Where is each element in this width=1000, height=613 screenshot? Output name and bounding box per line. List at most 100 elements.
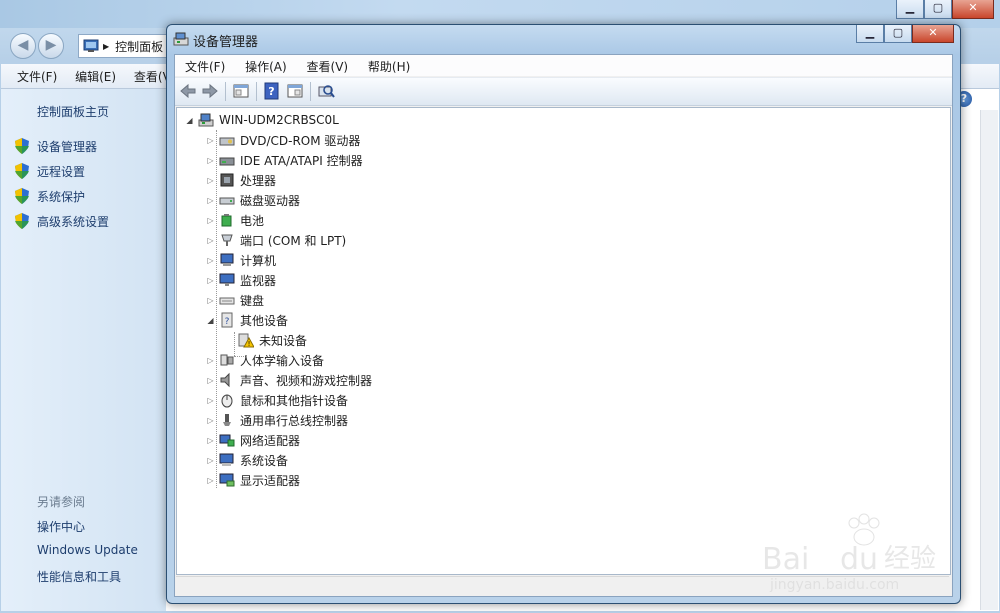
expand-arrow-icon[interactable]: ▷ <box>206 176 215 185</box>
tree-node-label: 监视器 <box>240 273 277 288</box>
tree-node[interactable]: ▷ 声音、视频和游戏控制器 <box>206 371 372 389</box>
forward-button[interactable]: ▶ <box>38 33 64 59</box>
tree-node[interactable]: ▷ 系统设备 <box>206 451 288 469</box>
expand-arrow-icon[interactable]: ▷ <box>206 456 215 465</box>
port-icon <box>221 234 233 246</box>
expand-arrow-icon[interactable]: ▷ <box>206 376 215 385</box>
scan-hardware-icon[interactable] <box>317 82 335 100</box>
expand-arrow-icon[interactable]: ▷ <box>206 436 215 445</box>
tree-node[interactable]: ▷ IDE ATA/ATAPI 控制器 <box>206 151 362 169</box>
expand-arrow-icon[interactable]: ▷ <box>206 416 215 425</box>
maximize-button[interactable]: ▢ <box>884 25 912 43</box>
tree-node[interactable]: ▷ 鼠标和其他指针设备 <box>206 391 348 409</box>
expand-arrow-icon[interactable]: ▷ <box>206 156 215 165</box>
minimize-button[interactable]: ▁ <box>856 25 884 43</box>
other-devices-icon: ? <box>221 312 233 328</box>
breadcrumb[interactable]: 控制面板 <box>115 38 163 55</box>
sidebar-item-advanced-settings[interactable]: 高级系统设置 <box>15 213 109 230</box>
control-panel-scrollbar[interactable] <box>980 110 998 610</box>
address-bar[interactable]: ▶ 控制面板 <box>78 34 174 58</box>
sidebar-item-system-protection[interactable]: 系统保护 <box>15 188 85 205</box>
device-manager-window-controls: ▁ ▢ ✕ <box>856 25 954 43</box>
tree-node-label: 键盘 <box>240 293 265 308</box>
properties-icon[interactable] <box>232 82 250 100</box>
tree-node-label: DVD/CD-ROM 驱动器 <box>240 133 361 148</box>
tree-root[interactable]: ◢ WIN-UDM2CRBSC0L <box>185 111 339 129</box>
control-panel-maximize-button[interactable]: ▢ <box>924 0 952 19</box>
menu-help[interactable]: 帮助(H) <box>368 55 410 75</box>
close-button[interactable]: ✕ <box>912 25 954 43</box>
menu-view[interactable]: 查看(V) <box>307 55 349 75</box>
expand-arrow-icon[interactable]: ▷ <box>206 256 215 265</box>
tree-node[interactable]: ▷ 处理器 <box>206 171 276 189</box>
tree-node[interactable]: ▷ DVD/CD-ROM 驱动器 <box>206 131 360 149</box>
tree-node[interactable]: ▷ 通用串行总线控制器 <box>206 411 348 429</box>
tree-node[interactable]: ▷ 磁盘驱动器 <box>206 191 300 209</box>
tree-node[interactable]: ▷ 显示适配器 <box>206 471 300 489</box>
cp-menu-file[interactable]: 文件(F) <box>1 64 63 85</box>
menu-action[interactable]: 操作(A) <box>245 55 287 75</box>
back-button[interactable]: ◀ <box>10 33 36 59</box>
tree-node-label: 鼠标和其他指针设备 <box>240 393 349 408</box>
device-manager-icon <box>173 32 189 46</box>
tree-node[interactable]: ▷ 端口 (COM 和 LPT) <box>206 231 346 249</box>
battery-icon <box>221 214 232 227</box>
back-arrow-icon[interactable] <box>179 82 197 100</box>
expand-arrow-icon[interactable]: ▷ <box>206 396 215 405</box>
tree-node[interactable]: ▷ 网络适配器 <box>206 431 300 449</box>
control-panel-minimize-button[interactable]: ▁ <box>896 0 924 19</box>
device-tree[interactable]: ◢ WIN-UDM2CRBSC0L ▷ DVD/CD-ROM 驱动器 ▷ IDE AT… <box>176 107 951 575</box>
svg-text:?: ? <box>268 85 274 98</box>
tree-node-label: 系统设备 <box>240 453 289 468</box>
sidebar-item-device-manager[interactable]: 设备管理器 <box>15 138 98 155</box>
computer-root-icon <box>198 113 214 127</box>
toolbar-separator <box>310 82 311 101</box>
processor-icon <box>220 173 234 187</box>
tree-node[interactable]: ◢? 其他设备 <box>206 311 288 329</box>
uac-shield-icon <box>15 213 29 229</box>
help-icon[interactable]: ? <box>263 82 281 100</box>
display-adapter-icon <box>219 473 235 487</box>
control-panel-close-button[interactable]: ✕ <box>952 0 994 19</box>
tree-node[interactable]: ▷ 电池 <box>206 211 264 229</box>
view-icon[interactable] <box>286 82 304 100</box>
uac-shield-icon <box>15 188 29 204</box>
uac-shield-icon <box>15 163 29 179</box>
expand-arrow-icon[interactable]: ▷ <box>206 296 215 305</box>
sidebar-item-remote-settings[interactable]: 远程设置 <box>15 163 85 180</box>
tree-node-label: 通用串行总线控制器 <box>240 413 349 428</box>
tree-node-label: 端口 (COM 和 LPT) <box>240 233 347 248</box>
tree-node-label: 处理器 <box>240 173 277 188</box>
collapse-arrow-icon[interactable]: ◢ <box>185 116 194 125</box>
expand-arrow-icon[interactable]: ▷ <box>206 236 215 245</box>
cp-menu-edit[interactable]: 编辑(E) <box>67 64 122 85</box>
forward-arrow-icon[interactable] <box>201 82 219 100</box>
expand-arrow-icon[interactable]: ▷ <box>206 476 215 485</box>
tree-node[interactable]: ▷ 监视器 <box>206 271 276 289</box>
uac-shield-icon <box>15 138 29 154</box>
computer-icon <box>220 253 234 266</box>
see-also-performance[interactable]: 性能信息和工具 <box>37 568 121 585</box>
expand-arrow-icon[interactable]: ▷ <box>206 136 215 145</box>
tree-node[interactable]: ▷ 人体学输入设备 <box>206 351 324 369</box>
expand-arrow-icon[interactable]: ▷ <box>206 196 215 205</box>
toolbar-separator <box>256 82 257 101</box>
sidebar-home-link[interactable]: 控制面板主页 <box>37 103 109 120</box>
tree-node[interactable]: ▷ 键盘 <box>206 291 264 309</box>
expand-arrow-icon[interactable]: ▷ <box>206 356 215 365</box>
sidebar-item-label: 设备管理器 <box>37 140 98 154</box>
expand-arrow-icon[interactable]: ▷ <box>206 216 215 225</box>
control-panel-window-controls: ▁ ▢ ✕ <box>896 0 994 19</box>
tree-node-label: 网络适配器 <box>240 433 301 448</box>
tree-node[interactable]: ▷ 计算机 <box>206 251 276 269</box>
tree-root-label: WIN-UDM2CRBSC0L <box>219 113 339 127</box>
svg-text:!: ! <box>248 340 251 348</box>
usb-icon <box>223 414 231 426</box>
tree-node-label: 磁盘驱动器 <box>240 193 301 208</box>
menu-file[interactable]: 文件(F) <box>185 55 225 75</box>
see-also-action-center[interactable]: 操作中心 <box>37 518 85 535</box>
collapse-arrow-icon[interactable]: ◢ <box>206 316 215 325</box>
tree-child-node[interactable]: ! 未知设备 <box>238 331 307 349</box>
see-also-windows-update[interactable]: Windows Update <box>37 543 138 557</box>
expand-arrow-icon[interactable]: ▷ <box>206 276 215 285</box>
